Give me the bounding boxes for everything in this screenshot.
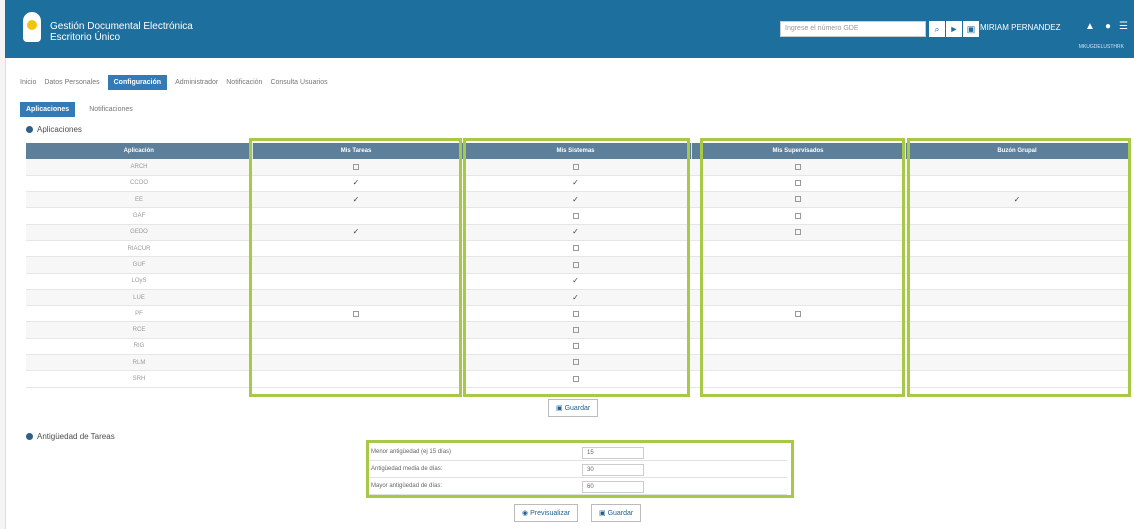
info-icon — [26, 433, 33, 440]
app-name: EE — [26, 191, 252, 209]
antiguedad-section-title: Antigüedad de Tareas — [26, 432, 115, 441]
user-name[interactable]: MIRIAM PERNANDEZ — [980, 23, 1060, 32]
tab-datos-personales[interactable]: Datos Personales — [44, 79, 99, 86]
app-name: GUF — [26, 256, 252, 274]
document-icon[interactable]: ▣ — [963, 21, 979, 37]
app-name: RIG — [26, 338, 252, 356]
highlight-mis-supervisados — [700, 138, 905, 397]
app-name: CCOO — [26, 175, 252, 193]
tab-configuracion[interactable]: Configuración — [107, 75, 168, 90]
user-icon[interactable]: ● — [1105, 21, 1111, 32]
app-name: GEDO — [26, 224, 252, 241]
argentina-logo-icon — [23, 12, 41, 42]
app-title-block: Gestión Documental Electrónica Escritori… — [50, 21, 193, 43]
tab-consulta-usuarios[interactable]: Consulta Usuarios — [270, 79, 327, 86]
app-name: GAF — [26, 207, 252, 225]
app-name: RLM — [26, 354, 252, 372]
app-name: ARCH — [26, 159, 252, 176]
highlight-buzon-grupal — [907, 138, 1131, 397]
app-name: RIACUR — [26, 240, 252, 258]
info-icon — [26, 126, 33, 133]
forward-icon[interactable]: ► — [946, 21, 962, 37]
header-aplicacion: Aplicación — [26, 143, 253, 159]
sub-tabs: Aplicaciones Notificaciones — [20, 102, 139, 117]
subtab-notificaciones[interactable]: Notificaciones — [83, 102, 139, 117]
highlight-mis-tareas — [249, 138, 462, 397]
app-title: Gestión Documental Electrónica — [50, 21, 193, 32]
bell-icon[interactable]: ▲ — [1085, 21, 1095, 32]
top-header: Gestión Documental Electrónica Escritori… — [5, 0, 1134, 58]
highlight-mis-sistemas — [463, 138, 690, 397]
search-input[interactable]: Ingrese el número GDE — [780, 21, 926, 37]
app-name: LUE — [26, 289, 252, 307]
eye-icon: ◉ — [522, 510, 531, 517]
tab-notificacion[interactable]: Notificación — [226, 79, 262, 86]
app-name: RCE — [26, 321, 252, 339]
tab-inicio[interactable]: Inicio — [20, 79, 36, 86]
save-antiguedad-button[interactable]: ▣ Guardar — [591, 504, 642, 522]
app-subtitle: Escritorio Único — [50, 32, 121, 43]
tab-administrador[interactable]: Administrador — [175, 79, 218, 86]
search-icon[interactable]: ⌕ — [929, 21, 945, 37]
highlight-antiguedad-form — [366, 440, 794, 498]
app-name: SRH — [26, 370, 252, 388]
apps-section-title: Aplicaciones — [26, 125, 82, 134]
sub-user-label: MKUGDELUSTHRK — [1078, 44, 1124, 50]
menu-icon[interactable]: ☰ — [1119, 21, 1128, 32]
save-icon: ▣ — [599, 510, 608, 517]
save-applications-button[interactable]: ▣ Guardar — [548, 399, 599, 417]
save-icon: ▣ — [556, 405, 565, 412]
app-name: PF — [26, 305, 252, 323]
preview-button[interactable]: ◉ Previsualizar — [514, 504, 579, 522]
app-name: LOyS — [26, 273, 252, 290]
main-tabs: Inicio Datos Personales Configuración Ad… — [20, 75, 328, 90]
subtab-aplicaciones[interactable]: Aplicaciones — [20, 102, 76, 117]
